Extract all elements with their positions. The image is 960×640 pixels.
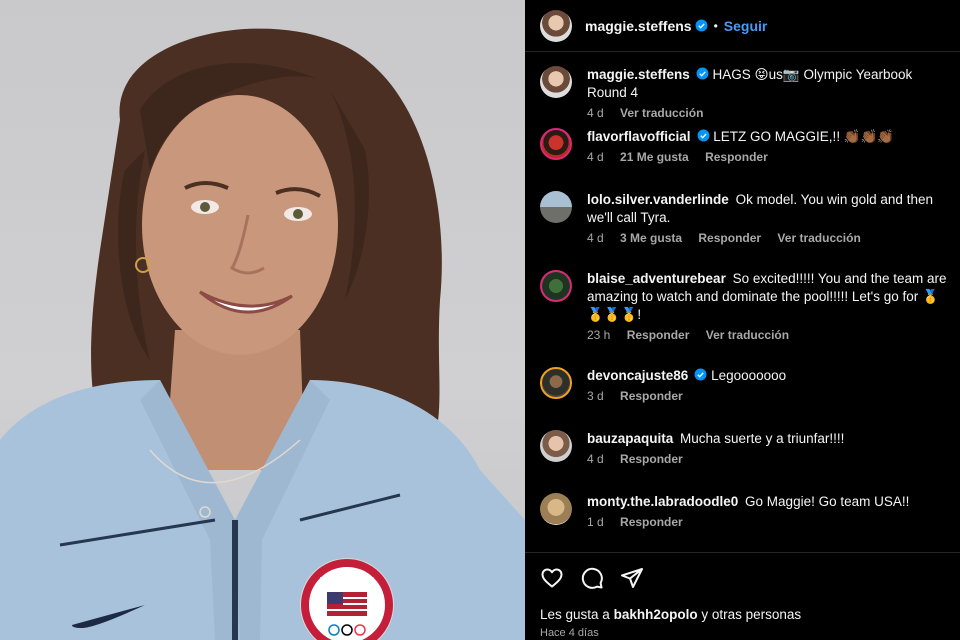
verified-badge-icon	[695, 19, 708, 32]
comment-time: 4 d	[587, 452, 604, 466]
comment-text: Mucha suerte y a triunfar!!!!	[680, 431, 845, 446]
header-separator: •	[713, 18, 718, 33]
badge-text: UNITED STATES	[320, 577, 375, 584]
comment-username[interactable]: devoncajuste86	[587, 368, 688, 383]
verified-badge-icon	[697, 129, 709, 142]
comment-username[interactable]: blaise_adventurebear	[587, 271, 726, 286]
comment-reply-button[interactable]: Responder	[620, 389, 683, 403]
likes-suffix[interactable]: y otras personas	[701, 607, 801, 622]
comment-reply-button[interactable]: Responder	[698, 231, 761, 245]
likes-prefix: Les gusta a	[540, 607, 610, 622]
post-header: maggie.steffens • Seguir	[525, 0, 960, 52]
comment-item: lolo.silver.vanderlinde Ok model. You wi…	[540, 191, 955, 245]
comment-username[interactable]: flavorflavofficial	[587, 129, 691, 144]
comment-text: Go Maggie! Go team USA!!	[745, 494, 910, 509]
comment-icon[interactable]	[580, 566, 604, 590]
caption-time: 4 d	[587, 106, 604, 120]
comment-translate-link[interactable]: Ver traducción	[777, 231, 860, 245]
comment-username[interactable]: lolo.silver.vanderlinde	[587, 192, 729, 207]
comment-item: monty.the.labradoodle0 Go Maggie! Go tea…	[540, 493, 955, 529]
portrait-illustration: UNITED STATES	[0, 28, 525, 640]
comment-likes-count[interactable]: 3 Me gusta	[620, 231, 682, 245]
comment-avatar[interactable]	[540, 128, 572, 160]
comment-time: 4 d	[587, 231, 604, 245]
caption-avatar[interactable]	[540, 66, 572, 98]
caption-username[interactable]: maggie.steffens	[587, 67, 690, 82]
author-username[interactable]: maggie.steffens	[585, 18, 692, 34]
heart-icon[interactable]	[540, 566, 564, 590]
post-sidebar: maggie.steffens • Seguir maggie.steffens…	[525, 0, 960, 640]
likes-summary: Les gusta a bakhh2opolo y otras personas	[540, 607, 801, 622]
post-photo[interactable]: UNITED STATES	[0, 0, 525, 640]
share-icon[interactable]	[620, 566, 644, 590]
comment-username[interactable]: monty.the.labradoodle0	[587, 494, 738, 509]
follow-button[interactable]: Seguir	[724, 18, 768, 34]
comment-translate-link[interactable]: Ver traducción	[706, 328, 789, 342]
caption-translate-link[interactable]: Ver traducción	[620, 106, 703, 120]
verified-badge-icon	[696, 67, 709, 80]
comment-reply-button[interactable]: Responder	[620, 515, 683, 529]
comment-avatar[interactable]	[540, 430, 572, 462]
post-timestamp[interactable]: Hace 4 días	[540, 627, 599, 639]
comment-avatar[interactable]	[540, 270, 572, 302]
likes-user-link[interactable]: bakhh2opolo	[614, 607, 698, 622]
comment-avatar[interactable]	[540, 493, 572, 525]
verified-badge-icon	[694, 368, 707, 381]
comment-reply-button[interactable]: Responder	[627, 328, 690, 342]
comment-item: flavorflavofficial LETZ GO MAGGIE,!! 👏🏾👏…	[540, 128, 955, 164]
comment-item: bauzapaquita Mucha suerte y a triunfar!!…	[540, 430, 955, 466]
comment-time: 1 d	[587, 515, 604, 529]
post-actions	[540, 566, 644, 590]
comment-username[interactable]: bauzapaquita	[587, 431, 673, 446]
comment-time: 3 d	[587, 389, 604, 403]
comment-avatar[interactable]	[540, 191, 572, 223]
comment-time: 23 h	[587, 328, 611, 342]
caption-item: maggie.steffens HAGS 😝us📷 Olympic Yearbo…	[540, 66, 955, 120]
comment-item: blaise_adventurebear So excited!!!!! You…	[540, 270, 955, 342]
comments-list[interactable]: maggie.steffens HAGS 😝us📷 Olympic Yearbo…	[525, 52, 960, 552]
comment-time: 4 d	[587, 150, 604, 164]
comment-avatar[interactable]	[540, 367, 572, 399]
author-avatar[interactable]	[540, 9, 572, 42]
comment-text: Legooooooo	[711, 368, 787, 383]
comment-item: devoncajuste86 Legooooooo 3 d Responder	[540, 367, 955, 403]
comment-text: LETZ GO MAGGIE,!! 👏🏾👏🏾👏🏾	[713, 129, 895, 144]
comment-likes-count[interactable]: 21 Me gusta	[620, 150, 689, 164]
footer-divider	[525, 552, 960, 553]
comment-reply-button[interactable]: Responder	[705, 150, 768, 164]
comment-reply-button[interactable]: Responder	[620, 452, 683, 466]
